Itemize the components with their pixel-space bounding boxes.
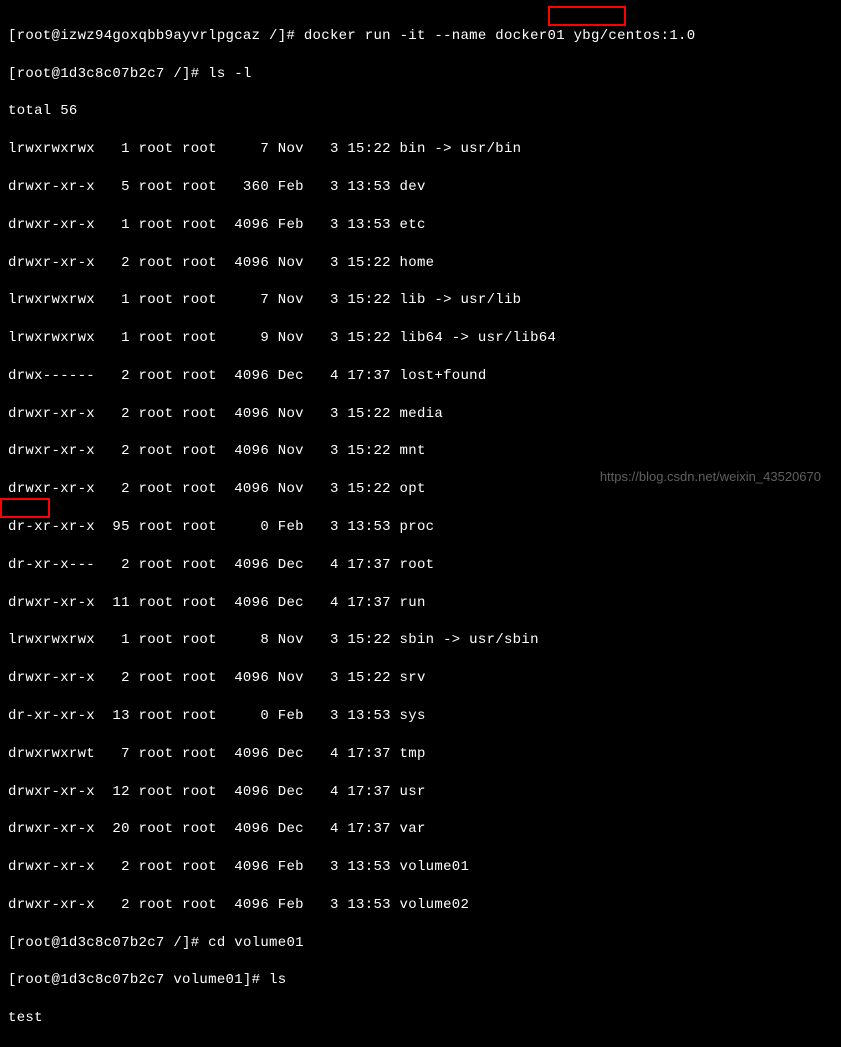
file-row: drwxr-xr-x 11 root root 4096 Dec 4 17:37… (8, 594, 833, 613)
file-row: dr-xr-x--- 2 root root 4096 Dec 4 17:37 … (8, 556, 833, 575)
file-row: lrwxrwxrwx 1 root root 7 Nov 3 15:22 bin… (8, 140, 833, 159)
file-row: drwxr-xr-x 2 root root 4096 Nov 3 15:22 … (8, 442, 833, 461)
container-prompt-volume: [root@1d3c8c07b2c7 volume01]# (8, 972, 269, 988)
file-row: dr-xr-xr-x 95 root root 0 Feb 3 13:53 pr… (8, 518, 833, 537)
prompt-line: [root@izwz94goxqbb9ayvrlpgcaz /]# docker… (8, 27, 833, 46)
prompt-line: [root@1d3c8c07b2c7 /]# ls -l (8, 65, 833, 84)
file-row: drwxr-xr-x 2 root root 4096 Feb 3 13:53 … (8, 896, 833, 915)
container-prompt: [root@1d3c8c07b2c7 /]# (8, 66, 208, 82)
docker-command: docker run -it --name docker01 ybg/cento… (304, 28, 696, 44)
file-row: drwxr-xr-x 5 root root 360 Feb 3 13:53 d… (8, 178, 833, 197)
ls-command: ls -l (208, 66, 252, 82)
file-row: drwxr-xr-x 20 root root 4096 Dec 4 17:37… (8, 820, 833, 839)
file-row: drwxr-xr-x 1 root root 4096 Feb 3 13:53 … (8, 216, 833, 235)
prompt-line: [root@1d3c8c07b2c7 volume01]# ls (8, 971, 833, 990)
file-row: drwxr-xr-x 2 root root 4096 Nov 3 15:22 … (8, 669, 833, 688)
host-prompt: [root@izwz94goxqbb9ayvrlpgcaz /]# (8, 28, 304, 44)
file-row: lrwxrwxrwx 1 root root 9 Nov 3 15:22 lib… (8, 329, 833, 348)
file-row: dr-xr-xr-x 13 root root 0 Feb 3 13:53 sy… (8, 707, 833, 726)
total-line: total 56 (8, 102, 833, 121)
file-row: drwxr-xr-x 2 root root 4096 Nov 3 15:22 … (8, 405, 833, 424)
container-prompt: [root@1d3c8c07b2c7 /]# (8, 935, 208, 951)
file-row: lrwxrwxrwx 1 root root 7 Nov 3 15:22 lib… (8, 291, 833, 310)
terminal-output[interactable]: [root@izwz94goxqbb9ayvrlpgcaz /]# docker… (8, 8, 833, 1047)
file-row: lrwxrwxrwx 1 root root 8 Nov 3 15:22 sbi… (8, 631, 833, 650)
file-row: drwx------ 2 root root 4096 Dec 4 17:37 … (8, 367, 833, 386)
file-row: drwxr-xr-x 12 root root 4096 Dec 4 17:37… (8, 783, 833, 802)
file-row: drwxrwxrwt 7 root root 4096 Dec 4 17:37 … (8, 745, 833, 764)
prompt-line: [root@1d3c8c07b2c7 /]# cd volume01 (8, 934, 833, 953)
test-output: test (8, 1009, 833, 1028)
ls-command: ls (269, 972, 286, 988)
watermark: https://blog.csdn.net/weixin_43520670 (600, 468, 821, 486)
cd-command: cd volume01 (208, 935, 304, 951)
file-row: drwxr-xr-x 2 root root 4096 Nov 3 15:22 … (8, 254, 833, 273)
file-row: drwxr-xr-x 2 root root 4096 Feb 3 13:53 … (8, 858, 833, 877)
